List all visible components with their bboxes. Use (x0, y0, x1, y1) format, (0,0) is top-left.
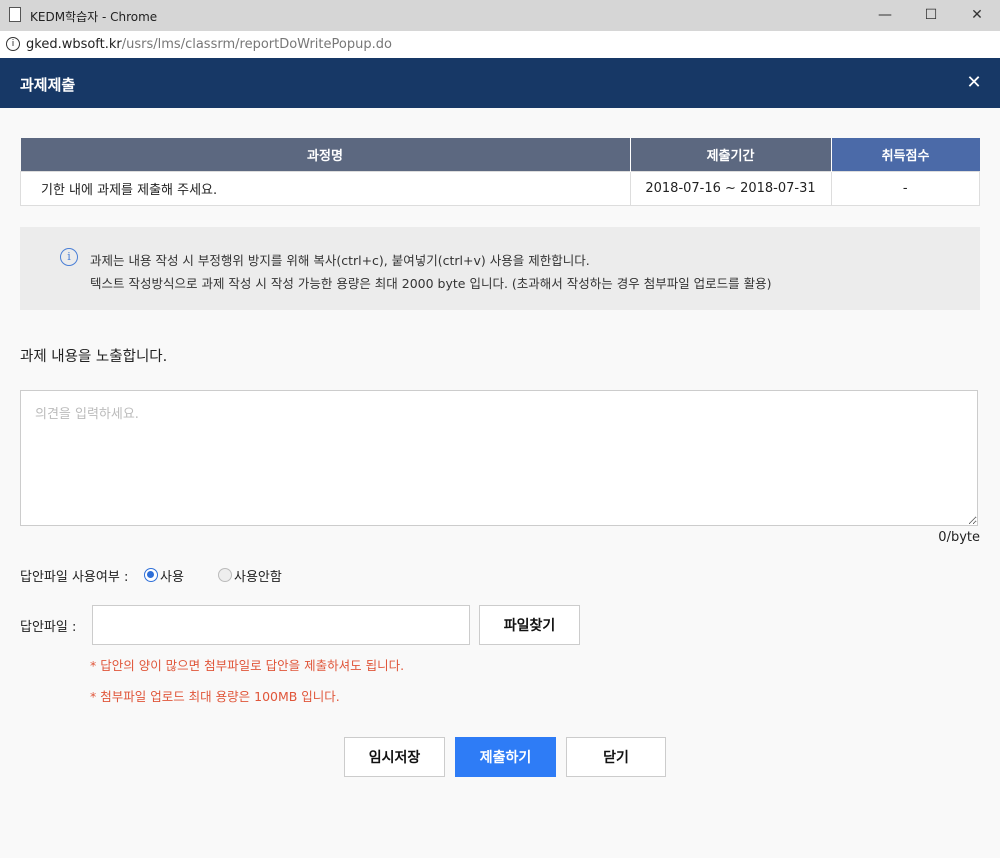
submit-button[interactable]: 제출하기 (455, 737, 556, 777)
find-file-button[interactable]: 파일찾기 (479, 605, 580, 645)
period-cell: 2018-07-16 ~ 2018-07-31 (629, 171, 832, 206)
notice-line-2: 텍스트 작성방식으로 과제 작성 시 작성 가능한 용량은 최대 2000 by… (90, 276, 772, 291)
address-bar: i gked.wbsoft.kr/usrs/lms/classrm/report… (0, 31, 1000, 59)
radio-use-label[interactable]: 사용 (160, 566, 184, 585)
byte-counter: 0/byte (938, 530, 980, 545)
score-cell: - (830, 171, 980, 206)
table-row: 기한 내에 과제를 제출해 주세요. 2018-07-16 ~ 2018-07-… (20, 171, 980, 206)
radio-use[interactable] (144, 568, 158, 582)
column-header-score: 취득점수 (831, 138, 980, 172)
close-button[interactable]: 닫기 (566, 737, 666, 777)
maximize-icon[interactable]: ☐ (916, 3, 946, 27)
url-host: gked.wbsoft.kr (26, 37, 122, 52)
course-info-table: 과정명 제출기간 취득점수 기한 내에 과제를 제출해 주세요. 2018-07… (20, 138, 980, 206)
notice-box: i 과제는 내용 작성 시 부정행위 방지를 위해 복사(ctrl+c), 붙여… (20, 227, 980, 310)
info-icon: i (60, 248, 78, 266)
window-close-icon[interactable]: ✕ (962, 3, 992, 27)
file-use-label: 답안파일 사용여부 : (20, 570, 129, 585)
popup-header: 과제제출 ✕ (0, 58, 1000, 108)
site-info-icon[interactable]: i (6, 37, 20, 51)
assignment-content-text: 과제 내용을 노출합니다. (20, 349, 168, 365)
opinion-textarea[interactable] (20, 390, 978, 526)
window-title: KEDM학습자 - Chrome (30, 10, 158, 24)
column-header-period: 제출기간 (630, 138, 832, 172)
browser-titlebar: KEDM학습자 - Chrome — ☐ ✕ (0, 0, 1000, 31)
popup-title: 과제제출 (20, 76, 76, 94)
radio-not-use-label[interactable]: 사용안함 (234, 566, 282, 585)
course-name-cell: 기한 내에 과제를 제출해 주세요. (20, 171, 631, 206)
url-path: /usrs/lms/classrm/reportDoWritePopup.do (121, 37, 392, 52)
temp-save-button[interactable]: 임시저장 (344, 737, 445, 777)
file-path-input[interactable] (92, 605, 470, 645)
answer-file-label: 답안파일 : (20, 620, 77, 635)
radio-not-use[interactable] (218, 568, 232, 582)
column-header-course: 과정명 (20, 138, 631, 172)
table-header-row: 과정명 제출기간 취득점수 (20, 138, 980, 172)
close-icon[interactable]: ✕ (962, 71, 986, 95)
file-note-2: * 첨부파일 업로드 최대 용량은 100MB 입니다. (90, 689, 340, 704)
document-icon (9, 7, 21, 22)
url-text[interactable]: gked.wbsoft.kr/usrs/lms/classrm/reportDo… (26, 37, 392, 52)
file-note-1: * 답안의 양이 많으면 첨부파일로 답안을 제출하셔도 됩니다. (90, 658, 405, 673)
minimize-icon[interactable]: — (870, 3, 900, 27)
notice-line-1: 과제는 내용 작성 시 부정행위 방지를 위해 복사(ctrl+c), 붙여넣기… (90, 253, 590, 268)
